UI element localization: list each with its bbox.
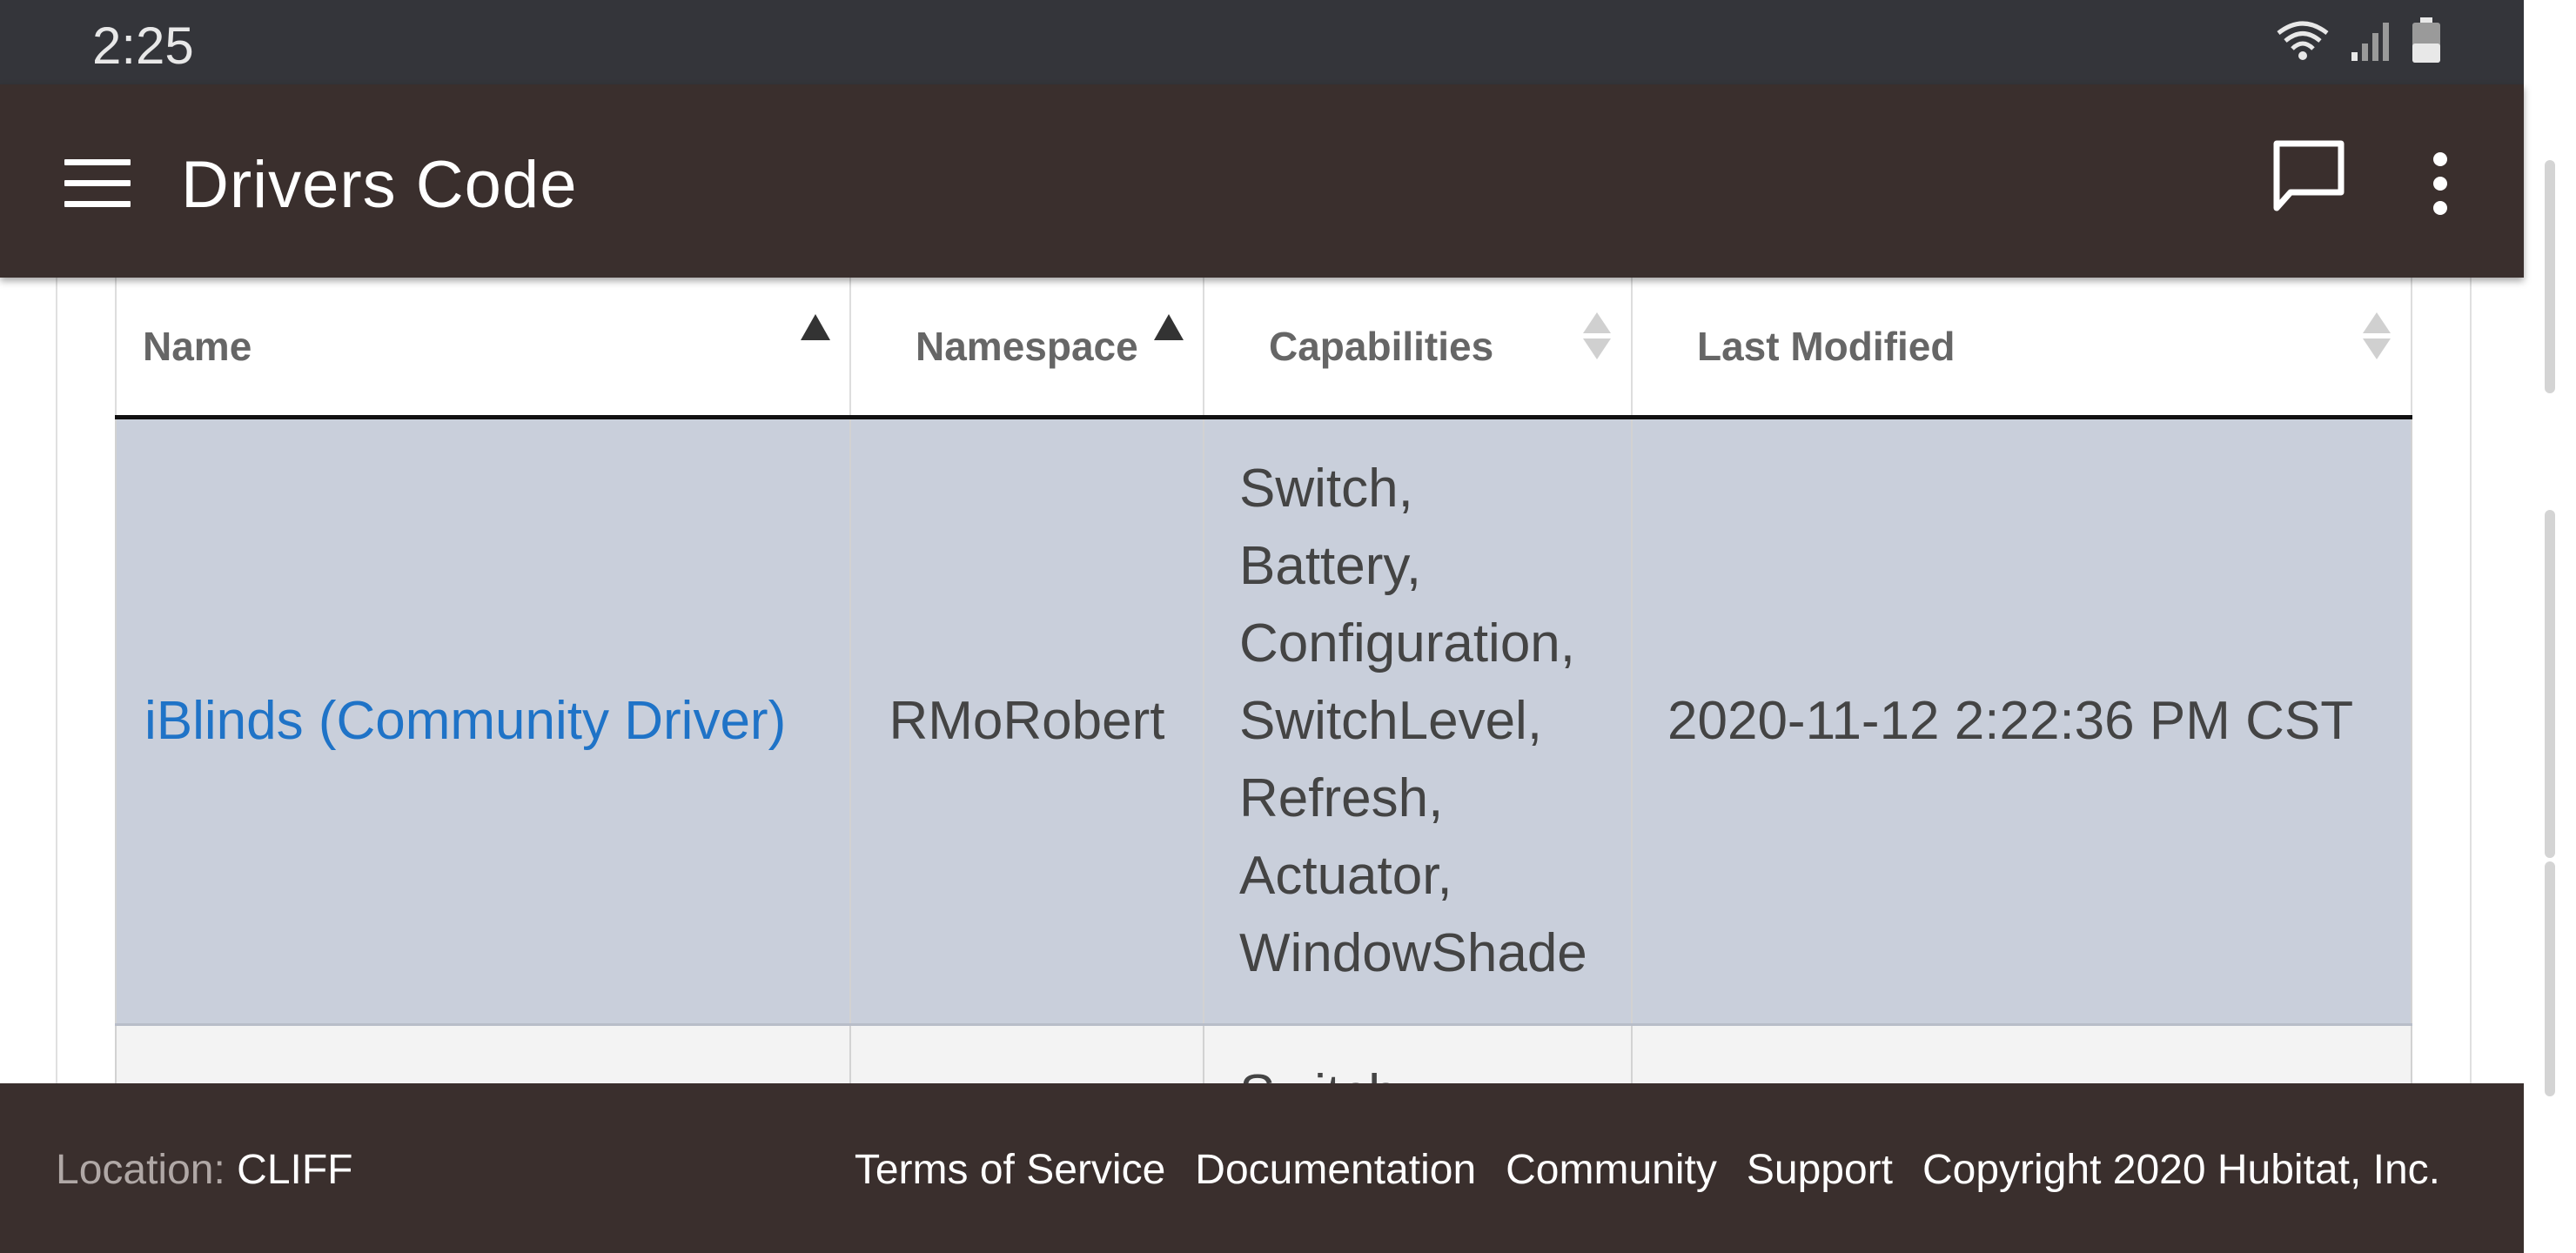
- scrollbar-thumb[interactable]: [2545, 510, 2555, 858]
- app-bar: Drivers Code: [0, 84, 2524, 278]
- capability-item: Switch,: [1239, 459, 1413, 519]
- footer: Location: CLIFF Terms of Service Documen…: [0, 1083, 2524, 1253]
- column-header-capabilities[interactable]: Capabilities: [1203, 278, 1633, 419]
- documentation-link[interactable]: Documentation: [1195, 1146, 1476, 1194]
- drivers-table: Name Namespace Capabilities Last Modifie…: [115, 278, 2412, 1133]
- sort-unsorted-icon: [2362, 312, 2392, 361]
- signal-icon: [2351, 23, 2389, 61]
- column-header-last-modified[interactable]: Last Modified: [1631, 278, 2412, 419]
- sort-ascending-icon: [1154, 314, 1184, 340]
- scrollbar-thumb[interactable]: [2545, 861, 2555, 1096]
- capability-item: SwitchLevel,: [1239, 691, 1543, 751]
- footer-location: Location: CLIFF: [56, 1146, 353, 1194]
- column-header-label: Last Modified: [1697, 323, 1955, 369]
- capability-item: Refresh,: [1239, 768, 1444, 828]
- copyright-text: Copyright 2020 Hubitat, Inc.: [1922, 1147, 2440, 1193]
- cell-last-modified: 2020-11-12 2:22:36 PM CST: [1631, 417, 2412, 1026]
- driver-link[interactable]: iBlinds (Community Driver): [144, 691, 786, 751]
- sort-ascending-icon: [801, 314, 830, 340]
- status-icons: [2275, 17, 2442, 64]
- content-area: Name Namespace Capabilities Last Modifie…: [56, 278, 2472, 1133]
- table-row[interactable]: iBlinds (Community Driver) RMoRobert Swi…: [115, 417, 2412, 1026]
- column-header-namespace[interactable]: Namespace: [849, 278, 1204, 419]
- capability-item: Configuration,: [1239, 613, 1576, 673]
- column-header-label: Namespace: [916, 323, 1138, 369]
- column-header-label: Name: [143, 323, 252, 369]
- column-header-name[interactable]: Name: [115, 278, 851, 419]
- sort-unsorted-icon: [1582, 312, 1612, 361]
- status-time: 2:25: [92, 17, 194, 75]
- community-link[interactable]: Community: [1506, 1146, 1717, 1194]
- battery-icon: [2412, 17, 2440, 63]
- capability-item: Battery,: [1239, 536, 1422, 596]
- cell-name: iBlinds (Community Driver): [115, 417, 851, 1026]
- location-value: CLIFF: [237, 1147, 353, 1193]
- table-header-row: Name Namespace Capabilities Last Modifie…: [115, 278, 2412, 419]
- capability-item: WindowShade: [1239, 923, 1587, 983]
- terms-of-service-link[interactable]: Terms of Service: [855, 1146, 1165, 1194]
- support-link[interactable]: Support: [1747, 1146, 1893, 1194]
- page-title: Drivers Code: [181, 148, 578, 222]
- capability-item: Actuator,: [1239, 846, 1452, 906]
- location-label: Location:: [56, 1147, 225, 1193]
- footer-links: Terms of Service Documentation Community…: [855, 1146, 2440, 1194]
- status-bar: 2:25: [0, 0, 2524, 84]
- chat-icon[interactable]: [2270, 138, 2348, 217]
- menu-icon[interactable]: [64, 159, 131, 208]
- scrollbar-thumb[interactable]: [2545, 160, 2555, 393]
- cell-capabilities: Switch, Battery, Configuration, SwitchLe…: [1203, 417, 1633, 1026]
- column-header-label: Capabilities: [1269, 323, 1494, 369]
- wifi-icon: [2277, 21, 2329, 60]
- cell-namespace: RMoRobert: [849, 417, 1204, 1026]
- more-vert-icon[interactable]: [2425, 152, 2456, 215]
